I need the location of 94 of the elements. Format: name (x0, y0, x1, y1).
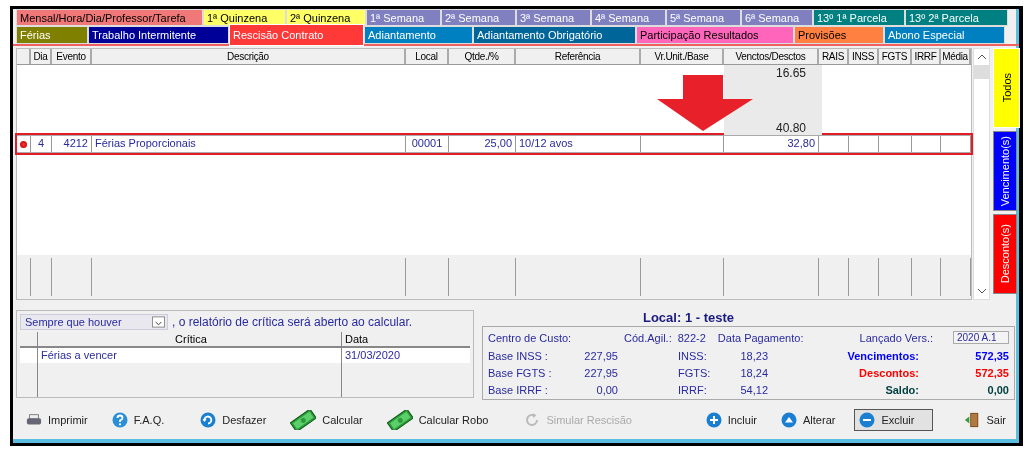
plus-icon (705, 412, 722, 428)
undo-icon (200, 412, 217, 428)
tab[interactable]: Trabalho Intermitente (88, 26, 229, 44)
field-label: INSS: (678, 349, 708, 363)
column-header[interactable]: Referência (516, 49, 641, 64)
toolbar-button[interactable]: Alterar (776, 410, 841, 430)
field-label: IRRF: (678, 383, 708, 397)
table-cell: 25,00 (484, 137, 512, 149)
toolbar-button[interactable]: Desfazer (195, 410, 272, 430)
field-value: 18,24 (739, 366, 768, 380)
field-label: Base IRRF : (488, 383, 549, 397)
scrollbar-thumb[interactable] (974, 65, 989, 79)
tab[interactable]: Mensal/Hora/Dia/Professor/Tarefa (16, 9, 203, 26)
tab[interactable]: Participação Resultados (636, 26, 794, 44)
tab[interactable]: 3ª Semana (516, 9, 591, 26)
field-label: FGTS: (678, 366, 712, 380)
field-label: Centro de Custo: (488, 331, 573, 344)
scrollbar[interactable] (973, 48, 990, 300)
table-cell: 4 (37, 137, 45, 149)
dropdown-icon[interactable] (152, 316, 165, 328)
toolbar-button[interactable]: Imprimir (21, 410, 93, 430)
report-mode-dropdown[interactable]: Sempre que houver (20, 314, 168, 330)
toolbar-button[interactable]: Calcular (285, 408, 368, 432)
side-tab[interactable]: Desconto(s) (993, 214, 1017, 294)
field-label: Data Pagamento: (717, 331, 804, 344)
tab[interactable]: Provisões (794, 26, 884, 44)
chevron-up-icon[interactable] (976, 54, 987, 60)
minus-icon (859, 412, 876, 428)
column-header[interactable]: Média (941, 49, 971, 64)
field-label: Cód.Agil.: (624, 331, 672, 344)
total-label: Saldo: (884, 383, 919, 397)
tab[interactable]: Rescisão Contrato (229, 24, 364, 46)
column-header[interactable]: FGTS (879, 49, 912, 64)
table-cell: Férias Proporcionais (95, 137, 196, 149)
column-header[interactable]: Vr.Unit./Base (641, 49, 724, 64)
tab[interactable]: 6ª Semana (741, 9, 813, 26)
field-value: 227,95 (583, 366, 618, 380)
table-cell: 31/03/2020 (345, 349, 401, 361)
tab[interactable]: 2ª Semana (441, 9, 516, 26)
column-header[interactable]: IRRF (912, 49, 941, 64)
field-label: Lançado Vers.: (859, 331, 933, 344)
total-value: 0,00 (986, 383, 1009, 397)
tab[interactable]: 13º 1ª Parcela (813, 9, 905, 26)
table-cell: Férias a vencer (41, 349, 117, 361)
field-value: 0,00 (595, 383, 618, 397)
table-cell: 00001 (411, 137, 443, 149)
tab[interactable]: 1ª Quinzena (203, 9, 286, 26)
column-header[interactable]: Local (406, 49, 449, 64)
tab[interactable]: Férias (16, 26, 88, 44)
list-value[interactable]: 16.65 (775, 66, 806, 80)
triangle-up-icon (781, 412, 797, 428)
column-header[interactable]: Evento (52, 49, 92, 64)
side-tab[interactable]: Todos (993, 48, 1020, 128)
toolbar-button[interactable]: Calcular Robo (381, 408, 494, 432)
tab[interactable]: 1ª Semana (366, 9, 441, 26)
total-value: 572,35 (974, 349, 1009, 363)
field-label: Base INSS : (488, 349, 549, 363)
column-header[interactable]: Dia (31, 49, 52, 64)
list-value[interactable]: 40.80 (775, 121, 806, 135)
refresh-icon (524, 412, 541, 428)
column-header[interactable]: INSS (849, 49, 879, 64)
field-value: 822-2 (677, 331, 706, 344)
table-row[interactable]: 4 4212 Férias Proporcionais 00001 25,00 10/12 avos 32,80 (17, 135, 971, 153)
tab[interactable]: 4ª Semana (591, 9, 666, 26)
table-cell: 4212 (63, 137, 88, 149)
tab[interactable]: Abono Especial (884, 26, 1005, 44)
total-value: 572,35 (974, 366, 1009, 380)
toolbar-button[interactable]: F.A.Q. (106, 410, 170, 430)
chevron-down-icon[interactable] (976, 288, 987, 294)
column-header[interactable]: Data (342, 332, 470, 346)
version-field: 2020 A.1 (953, 331, 1009, 344)
total-label: Vencimentos: (846, 349, 919, 363)
column-header[interactable]: Descrição (92, 49, 406, 64)
toolbar-button[interactable]: Sair (959, 410, 1011, 430)
side-tab[interactable]: Vencimento(s) (993, 131, 1017, 211)
help-icon (111, 412, 128, 428)
tab[interactable]: 13º 2ª Parcela (905, 9, 1008, 26)
local-title: Local: 1 - teste (643, 310, 734, 326)
field-value: 18,23 (739, 349, 768, 363)
field-label: Base FGTS : (488, 366, 553, 380)
toolbar-button[interactable]: Excluir (854, 409, 934, 431)
tab[interactable]: Adiantamento (364, 26, 473, 44)
tab[interactable]: 5ª Semana (666, 9, 741, 26)
field-value: 54,12 (739, 383, 768, 397)
tab[interactable]: Adiantamento Obrigatório (473, 26, 636, 44)
report-hint: , o relatório de crítica será aberto ao calcular. (172, 315, 413, 329)
total-label: Descontos: (858, 366, 919, 380)
table-cell: 32,80 (787, 137, 815, 149)
table-cell: 10/12 avos (519, 137, 573, 149)
door-icon (964, 412, 981, 428)
field-value: 227,95 (583, 349, 618, 363)
column-header[interactable]: Crítica (38, 332, 342, 346)
toolbar-button[interactable]: Incluir (700, 410, 762, 430)
column-header[interactable]: Qtde./% (449, 49, 516, 64)
